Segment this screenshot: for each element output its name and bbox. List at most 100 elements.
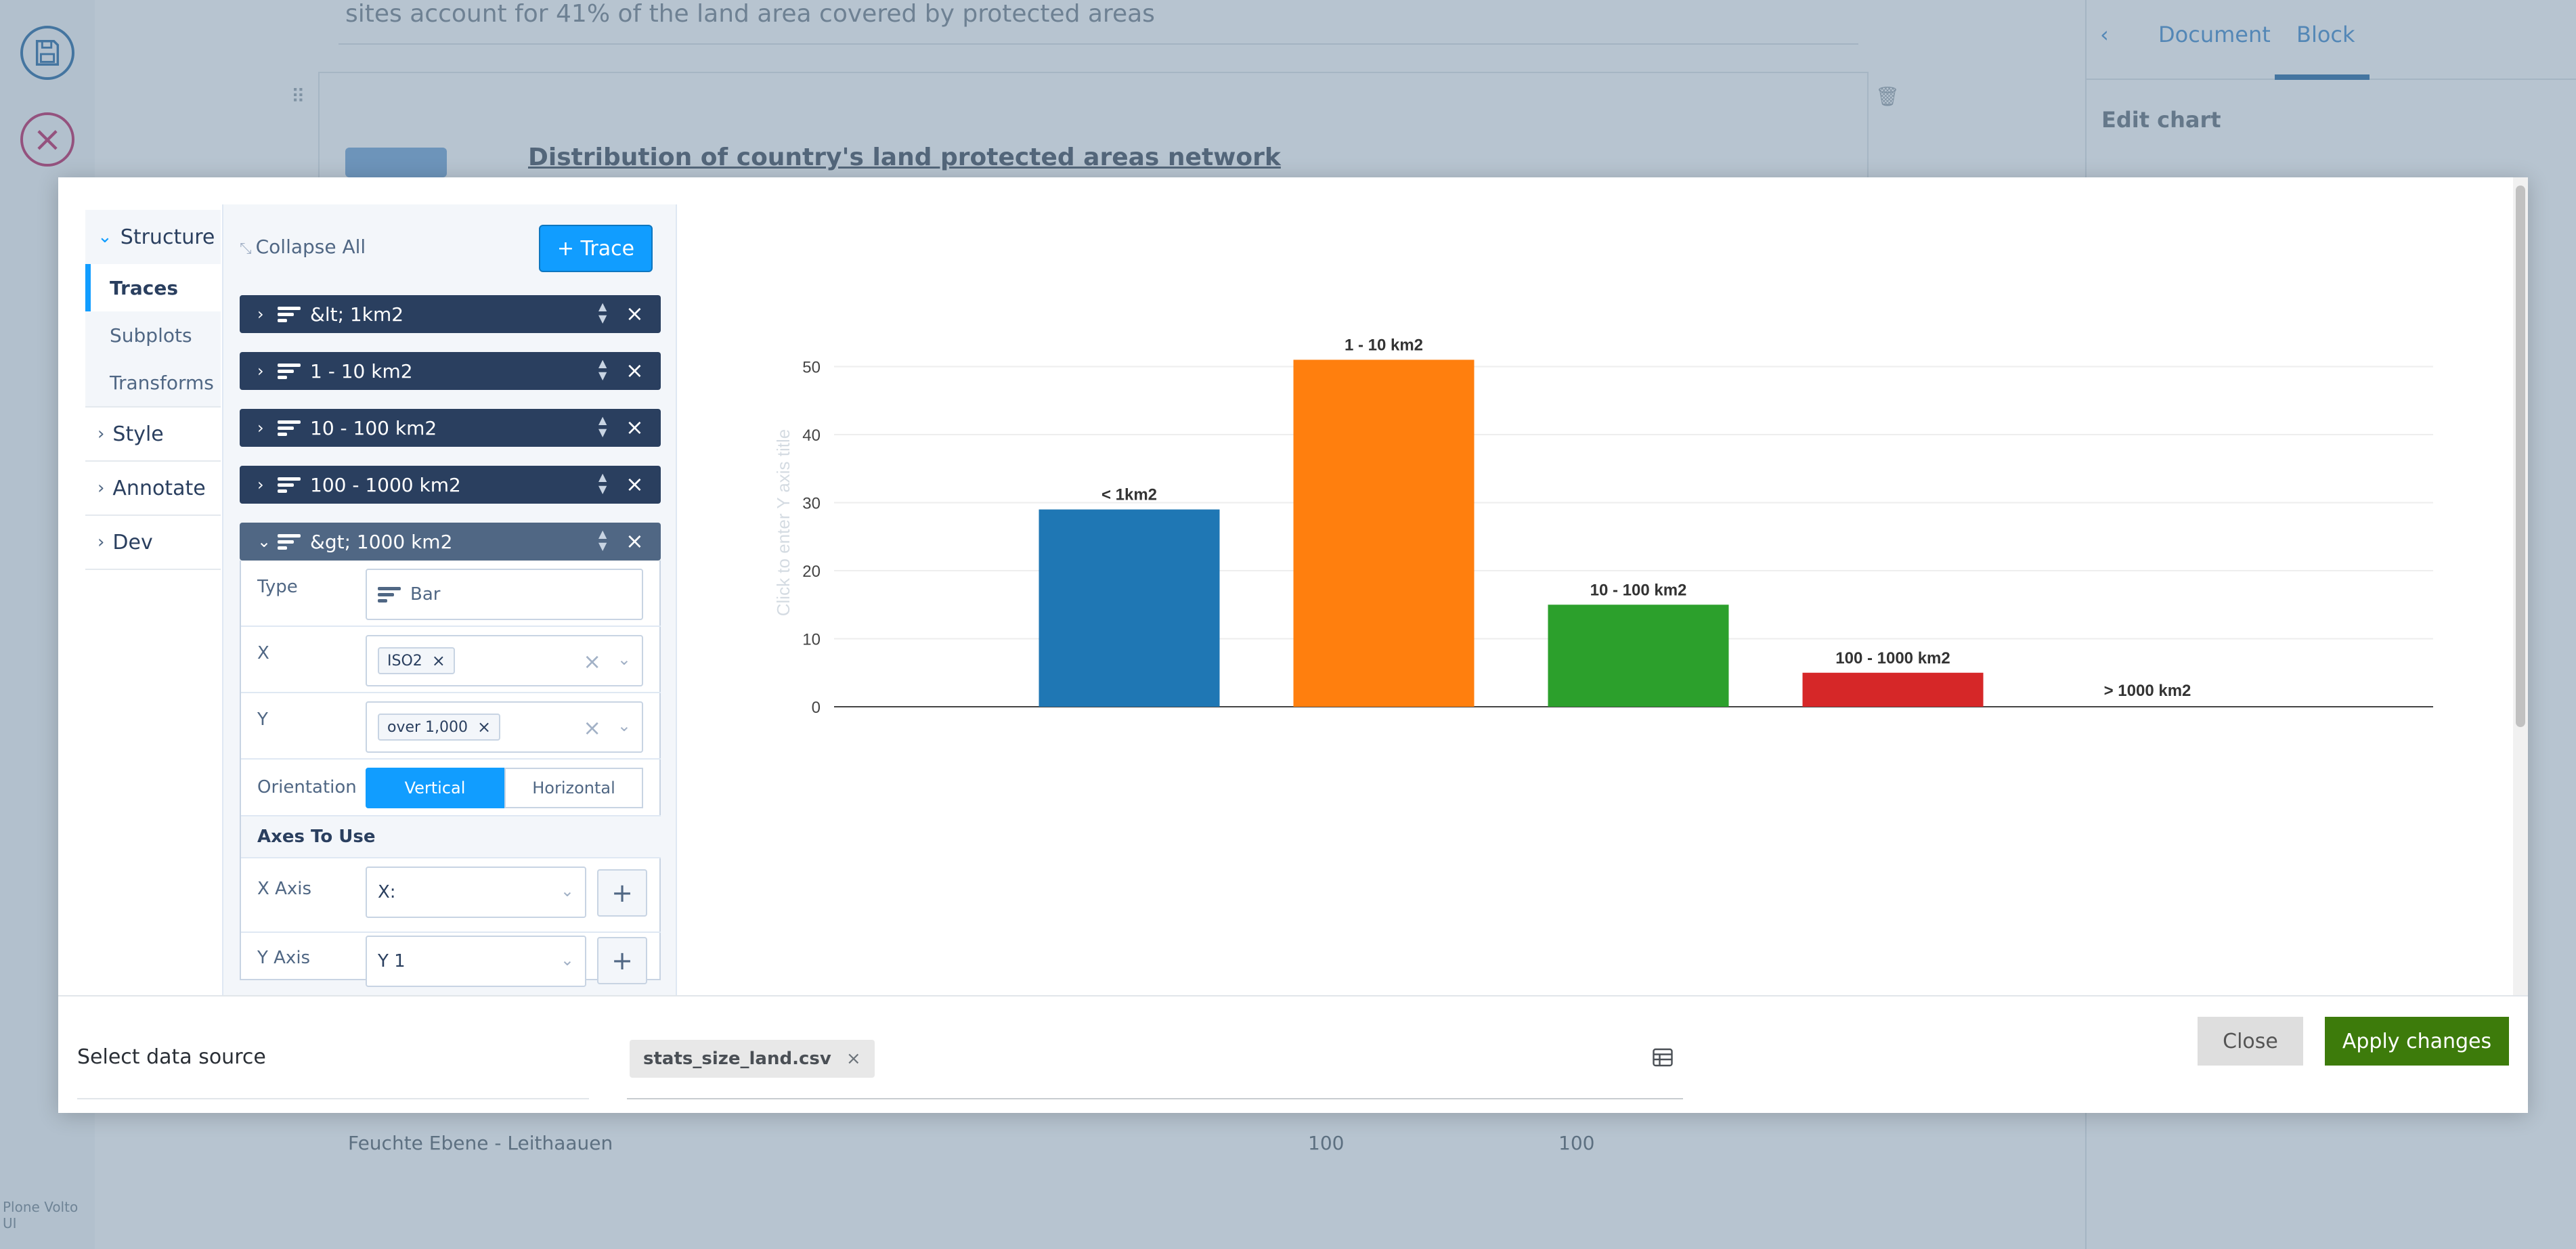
y-axis-value: Y 1 [378, 951, 406, 971]
chart-editor-modal: ⌄ Structure Traces Subplots Transforms ›… [58, 177, 2528, 1113]
chip-label: ISO2 [387, 652, 422, 670]
nav-annotate[interactable]: › Annotate [85, 462, 221, 516]
delete-trace-icon[interactable]: × [626, 301, 644, 326]
bar-chart-icon [278, 362, 301, 380]
delete-trace-icon[interactable]: × [626, 357, 644, 383]
type-label: Type [257, 577, 298, 597]
collapse-all-button[interactable]: ⤡ Collapse All [240, 236, 366, 258]
bar-chart-icon [378, 586, 401, 603]
y-label: Y [257, 709, 268, 730]
chevron-down-icon: ⌄ [560, 881, 574, 900]
trace-item[interactable]: › 10 - 100 km2 ▲ ▼ × [240, 409, 661, 447]
nav-dev[interactable]: › Dev [85, 516, 221, 570]
remove-chip-icon[interactable]: × [432, 651, 445, 670]
orientation-toggle: Vertical Horizontal [366, 768, 643, 808]
type-value: Bar [410, 584, 441, 605]
select-data-source-label: Select data source [77, 1045, 266, 1069]
chart-preview: 0 10 20 30 40 50 < 1km2 1 - 10 km2 10 - 100 km2 1… [677, 177, 2512, 995]
divider [77, 1098, 589, 1099]
trace-settings: Type Bar X ISO2 × × ⌄ Y over 1,000 × × ⌄… [240, 561, 661, 987]
chevron-right-icon: › [257, 305, 264, 324]
x-axis-label: X Axis [257, 879, 312, 899]
trace-item[interactable]: › 1 - 10 km2 ▲ ▼ × [240, 352, 661, 390]
nav-item-transforms[interactable]: Transforms [85, 359, 221, 406]
chevron-right-icon: › [257, 475, 264, 494]
axes-section-heading: Axes To Use [241, 816, 661, 858]
chevron-right-icon: › [257, 418, 264, 437]
apply-changes-button[interactable]: Apply changes [2325, 1017, 2509, 1066]
y-row: Y over 1,000 × × ⌄ [241, 693, 661, 760]
data-label: 10 - 100 km2 [1590, 581, 1687, 599]
nav-item-subplots[interactable]: Subplots [85, 311, 221, 359]
nav-item-traces[interactable]: Traces [85, 264, 221, 311]
table-icon[interactable] [1651, 1045, 1675, 1070]
bar-chart-icon [278, 533, 301, 550]
y-tick-label: 40 [802, 426, 821, 445]
nav-label: Annotate [112, 476, 206, 500]
bar[interactable] [1039, 509, 1220, 707]
delete-trace-icon[interactable]: × [626, 414, 644, 440]
orientation-label: Orientation [257, 777, 357, 797]
y-axis-label: Y Axis [257, 948, 311, 968]
reorder-icon[interactable]: ▲ ▼ [598, 414, 607, 439]
chevron-right-icon: › [97, 478, 105, 498]
y-axis-select[interactable]: Y 1 ⌄ [366, 936, 586, 987]
delete-trace-icon[interactable]: × [626, 471, 644, 497]
close-button[interactable]: Close [2198, 1017, 2303, 1066]
clear-icon[interactable]: × [583, 649, 601, 674]
collapse-icon: ⤡ [240, 240, 252, 257]
chevron-down-icon: ⌄ [560, 950, 574, 969]
bar[interactable] [1293, 359, 1475, 707]
type-row: Type Bar [241, 561, 661, 627]
vertical-option[interactable]: Vertical [366, 768, 504, 808]
editor-nav: ⌄ Structure Traces Subplots Transforms ›… [85, 210, 221, 995]
nav-structure[interactable]: ⌄ Structure [85, 210, 221, 264]
bar-chart-icon [278, 419, 301, 437]
trace-name: 10 - 100 km2 [310, 416, 437, 439]
reorder-icon[interactable]: ▲ ▼ [598, 528, 607, 552]
chevron-down-icon: ⌄ [257, 532, 271, 551]
y-tick-label: 10 [802, 631, 821, 649]
trace-item-expanded[interactable]: ⌄ &gt; 1000 km2 ▲ ▼ × [240, 523, 661, 561]
reorder-icon[interactable]: ▲ ▼ [598, 357, 607, 382]
trace-item[interactable]: › &lt; 1km2 ▲ ▼ × [240, 295, 661, 333]
reorder-icon[interactable]: ▲ ▼ [598, 471, 607, 496]
type-select[interactable]: Bar [366, 569, 643, 620]
y-select[interactable]: over 1,000 × × ⌄ [366, 701, 643, 753]
x-select[interactable]: ISO2 × × ⌄ [366, 635, 643, 686]
trace-name: &lt; 1km2 [310, 303, 404, 326]
data-label: 1 - 10 km2 [1345, 336, 1423, 354]
nav-style[interactable]: › Style [85, 408, 221, 462]
y-tick-label: 30 [802, 495, 821, 513]
reorder-icon[interactable]: ▲ ▼ [598, 301, 607, 325]
x-row: X ISO2 × × ⌄ [241, 627, 661, 693]
add-y-axis-button[interactable]: + [597, 937, 647, 984]
bar-chart-icon [278, 305, 301, 323]
delete-trace-icon[interactable]: × [626, 528, 644, 554]
chevron-down-icon[interactable]: ⌄ [617, 716, 631, 735]
y-axis-row: Y Axis Y 1 ⌄ + [241, 933, 661, 995]
data-label: < 1km2 [1101, 486, 1157, 504]
y-chip: over 1,000 × [378, 714, 501, 741]
chevron-down-icon[interactable]: ⌄ [617, 650, 631, 669]
data-source-chip[interactable]: stats_size_land.csv × [630, 1040, 875, 1078]
bar[interactable] [1802, 672, 1984, 707]
x-axis-select[interactable]: X: ⌄ [366, 867, 586, 918]
horizontal-option[interactable]: Horizontal [504, 768, 643, 808]
clear-icon[interactable]: × [583, 715, 601, 741]
y-axis-title[interactable]: Click to enter Y axis title [773, 429, 793, 617]
scrollbar[interactable] [2513, 177, 2528, 995]
x-label: X [257, 643, 269, 663]
add-trace-button[interactable]: + Trace [539, 225, 653, 272]
remove-source-icon[interactable]: × [846, 1049, 861, 1069]
x-chip: ISO2 × [378, 647, 455, 674]
add-x-axis-button[interactable]: + [597, 869, 647, 917]
trace-name: &gt; 1000 km2 [310, 530, 453, 553]
chevron-right-icon: › [97, 424, 105, 444]
trace-name: 1 - 10 km2 [310, 359, 413, 382]
remove-chip-icon[interactable]: × [477, 718, 491, 737]
bar[interactable] [1548, 605, 1729, 707]
nav-label: Style [112, 422, 164, 446]
trace-item[interactable]: › 100 - 1000 km2 ▲ ▼ × [240, 466, 661, 504]
data-label: > 1000 km2 [2104, 682, 2191, 700]
